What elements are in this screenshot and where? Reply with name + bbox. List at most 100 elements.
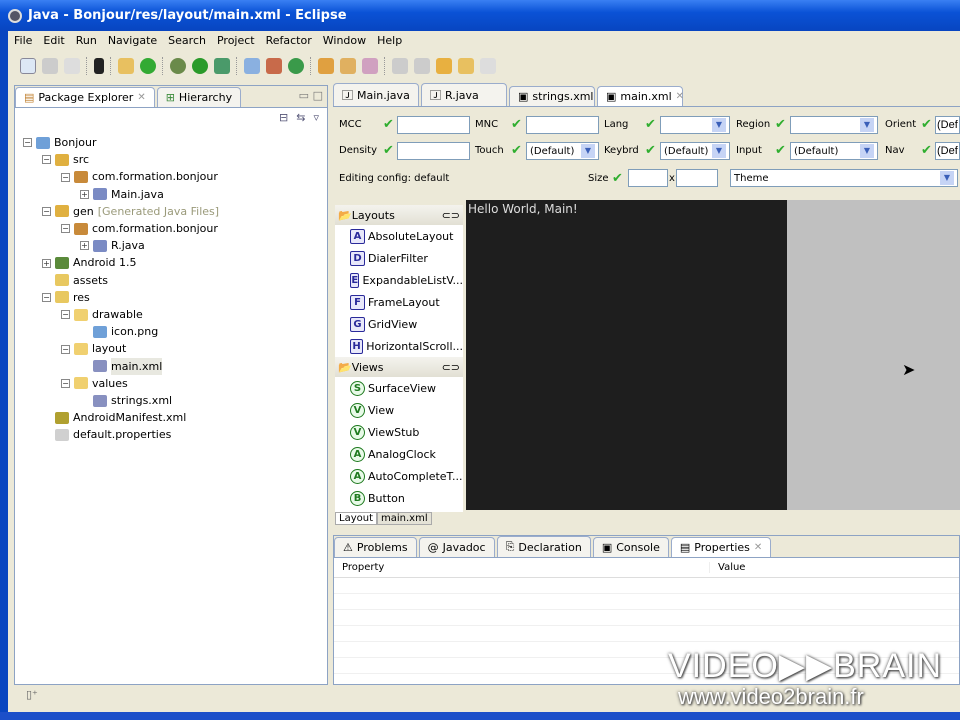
open-project-icon[interactable]	[118, 58, 134, 74]
search-icon[interactable]	[362, 58, 378, 74]
open-task-icon[interactable]	[340, 58, 356, 74]
menu-file[interactable]: File	[14, 34, 32, 47]
tab-layout[interactable]: Layout	[335, 512, 377, 525]
size-height-input[interactable]	[676, 169, 718, 187]
palette-item[interactable]: A AnalogClock	[335, 443, 463, 465]
expand-icon[interactable]: +	[80, 189, 89, 199]
new-class-icon[interactable]	[288, 58, 304, 74]
input-select[interactable]: (Default) ▼	[790, 142, 878, 160]
tree-item[interactable]: − gen [Generated Java Files]	[21, 203, 321, 220]
new-android-project-icon[interactable]	[140, 58, 156, 74]
expand-icon[interactable]: +	[42, 258, 51, 268]
orient-select[interactable]: (Def	[935, 116, 960, 134]
menu-navigate[interactable]: Navigate	[108, 34, 157, 47]
size-width-input[interactable]	[628, 169, 668, 187]
menu-run[interactable]: Run	[76, 34, 97, 47]
tab-properties[interactable]: ▤ Properties ✕	[670, 537, 772, 557]
palette-category-views[interactable]: 📂Views ⊂⊃	[335, 357, 463, 377]
palette-item[interactable]: D DialerFilter	[335, 247, 463, 269]
new-java-project-icon[interactable]	[244, 58, 260, 74]
nav-select[interactable]: (Def	[935, 142, 960, 160]
palette-item[interactable]: V ViewStub	[335, 421, 463, 443]
prev-annotation-icon[interactable]	[414, 58, 430, 74]
android-device-icon[interactable]	[94, 58, 104, 74]
last-edit-icon[interactable]	[480, 58, 496, 74]
collapse-icon[interactable]: −	[61, 224, 70, 234]
link-editor-icon[interactable]: ⇆	[296, 111, 305, 127]
tree-item[interactable]: −assets	[21, 272, 321, 289]
column-property[interactable]: Property	[334, 562, 710, 573]
menu-search[interactable]: Search	[168, 34, 206, 47]
save-icon[interactable]	[42, 58, 58, 74]
tab-strings-xml[interactable]: ▣ strings.xml	[509, 86, 595, 106]
touch-select[interactable]: (Default) ▼	[526, 142, 599, 160]
keyboard-select[interactable]: (Default) ▼	[660, 142, 730, 160]
tree-item[interactable]: −icon.png	[21, 323, 321, 340]
palette-item[interactable]: V View	[335, 399, 463, 421]
tab-declaration[interactable]: ⎘ Declaration	[496, 536, 591, 557]
collapse-icon[interactable]: ⊂⊃	[442, 361, 460, 374]
collapse-all-icon[interactable]: ⊟	[279, 111, 288, 127]
tree-item[interactable]: −AndroidManifest.xml	[21, 409, 321, 426]
tab-Main-java[interactable]: 🄹 Main.java	[333, 83, 419, 106]
collapse-icon[interactable]: ⊂⊃	[442, 209, 460, 222]
palette-item[interactable]: E ExpandableListV...	[335, 269, 463, 291]
palette-category-layouts[interactable]: 📂Layouts ⊂⊃	[335, 205, 463, 225]
tab-package-explorer[interactable]: ▤ Package Explorer ✕	[15, 87, 155, 107]
mcc-input[interactable]	[397, 116, 470, 134]
back-icon[interactable]	[436, 58, 452, 74]
region-select[interactable]: ▼	[790, 116, 878, 134]
collapse-icon[interactable]: −	[42, 155, 51, 165]
collapse-icon[interactable]: −	[23, 138, 32, 148]
layout-canvas[interactable]: Hello World, Main!	[466, 200, 787, 510]
menu-help[interactable]: Help	[377, 34, 402, 47]
tree-item[interactable]: + Android 1.5	[21, 254, 321, 271]
collapse-icon[interactable]: −	[61, 310, 70, 320]
palette-item[interactable]: B Button	[335, 487, 463, 509]
collapse-icon[interactable]: −	[61, 344, 70, 354]
forward-icon[interactable]	[458, 58, 474, 74]
tree-item[interactable]: − com.formation.bonjour	[21, 168, 321, 185]
tree-item[interactable]: − layout	[21, 340, 321, 357]
tree-item[interactable]: − values	[21, 375, 321, 392]
tab-R-java[interactable]: 🄹 R.java	[421, 83, 507, 106]
menu-edit[interactable]: Edit	[43, 34, 64, 47]
next-annotation-icon[interactable]	[392, 58, 408, 74]
column-value[interactable]: Value	[710, 562, 745, 573]
expand-icon[interactable]: +	[80, 241, 89, 251]
tree-item[interactable]: − drawable	[21, 306, 321, 323]
collapse-icon[interactable]: −	[42, 292, 51, 302]
density-input[interactable]	[397, 142, 470, 160]
tree-item[interactable]: + Main.java	[21, 186, 321, 203]
print-icon[interactable]	[64, 58, 80, 74]
palette-item[interactable]: H HorizontalScroll...	[335, 335, 463, 357]
tree-item[interactable]: −strings.xml	[21, 392, 321, 409]
palette-item[interactable]: G GridView	[335, 313, 463, 335]
tab-main-xml[interactable]: main.xml	[377, 512, 432, 525]
palette-item[interactable]: A AutoCompleteT...	[335, 465, 463, 487]
new-icon[interactable]	[20, 58, 36, 74]
palette-item[interactable]: A AbsoluteLayout	[335, 225, 463, 247]
tree-item[interactable]: + R.java	[21, 237, 321, 254]
palette-item[interactable]: S SurfaceView	[335, 377, 463, 399]
close-icon[interactable]: ✕	[676, 91, 684, 102]
lang-select[interactable]: ▼	[660, 116, 730, 134]
tab-javadoc[interactable]: @ Javadoc	[418, 537, 495, 557]
menu-window[interactable]: Window	[323, 34, 366, 47]
tab-console[interactable]: ▣ Console	[592, 537, 669, 557]
tab-main-xml[interactable]: ▣ main.xml ✕	[597, 86, 684, 106]
view-menu-icon[interactable]: ▿	[313, 111, 319, 127]
mnc-input[interactable]	[526, 116, 599, 134]
debug-icon[interactable]	[170, 58, 186, 74]
tree-item[interactable]: − res	[21, 289, 321, 306]
tree-item[interactable]: − com.formation.bonjour	[21, 220, 321, 237]
minimize-icon[interactable]: ▭	[299, 89, 309, 102]
tree-item[interactable]: −main.xml	[21, 357, 321, 375]
close-icon[interactable]: ✕	[137, 92, 145, 103]
palette-item[interactable]: F FrameLayout	[335, 291, 463, 313]
menu-project[interactable]: Project	[217, 34, 255, 47]
external-tools-icon[interactable]	[214, 58, 230, 74]
collapse-icon[interactable]: −	[61, 378, 70, 388]
tree-item[interactable]: −default.properties	[21, 426, 321, 443]
collapse-icon[interactable]: −	[61, 172, 70, 182]
